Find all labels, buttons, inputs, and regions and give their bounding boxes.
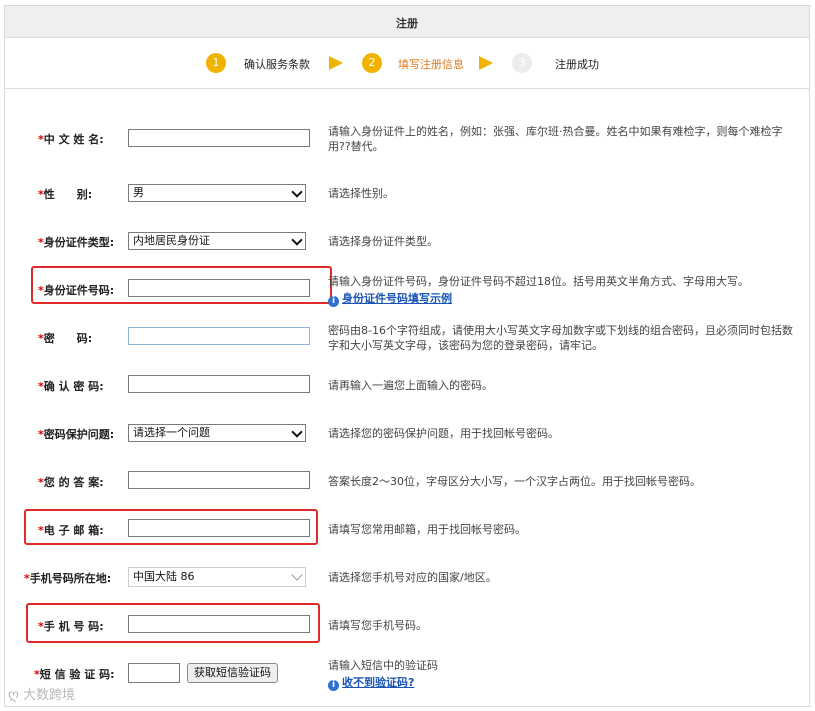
step-3-label: 注册成功 xyxy=(555,58,599,71)
chevron-down-icon xyxy=(291,569,303,581)
sms-code-hint: 请输入短信中的验证码 xyxy=(328,659,438,672)
id-number-hint: 请输入身份证件号码，身份证件号码不超过18位。括号用英文半角方式、字母用大写。 xyxy=(328,275,749,288)
chinese-name-label: *中 文 姓 名: xyxy=(38,133,104,146)
title-bar: 注册 xyxy=(5,6,809,38)
step-1-circle: 1 xyxy=(206,53,226,73)
security-question-select[interactable]: 请选择一个问题 xyxy=(128,424,306,442)
password-label: *密 码: xyxy=(38,332,93,345)
steps-divider xyxy=(5,88,809,89)
sms-code-input[interactable] xyxy=(128,663,180,683)
password-input[interactable] xyxy=(128,327,310,345)
email-hint: 请填写您常用邮箱，用于找回帐号密码。 xyxy=(328,523,526,536)
chevron-down-icon xyxy=(291,234,303,246)
id-number-input[interactable] xyxy=(128,279,310,297)
phone-region-hint: 请选择您手机号对应的国家/地区。 xyxy=(328,571,497,584)
step-2-label: 填写注册信息 xyxy=(398,58,464,71)
phone-region-select[interactable]: 中国大陆 86 xyxy=(128,567,306,587)
watermark-logo-icon: ღ xyxy=(8,687,20,703)
email-label: *电 子 邮 箱: xyxy=(38,524,104,537)
step-1-label: 确认服务条款 xyxy=(244,58,310,71)
watermark: ღ 大数跨境 xyxy=(8,687,76,703)
chinese-name-hint: 请输入身份证件上的姓名，例如：张强、库尔班·热合曼。姓名中如果有难检字，则每个难… xyxy=(328,125,783,153)
id-number-label: *身份证件号码: xyxy=(38,284,115,297)
page-frame xyxy=(4,5,810,707)
id-type-label: *身份证件类型: xyxy=(38,236,115,249)
confirm-password-label: *确 认 密 码: xyxy=(38,380,104,393)
step-3-circle: 3 xyxy=(512,53,532,73)
gender-hint: 请选择性别。 xyxy=(328,187,394,200)
confirm-password-hint: 请再输入一遍您上面输入的密码。 xyxy=(328,379,493,392)
security-question-hint: 请选择您的密码保护问题，用于找回帐号密码。 xyxy=(328,427,559,440)
phone-input[interactable] xyxy=(128,615,310,633)
no-code-received-link[interactable]: i 收不到验证码? xyxy=(328,674,414,691)
gender-select[interactable]: 男 xyxy=(128,184,306,202)
phone-region-label: *手机号码所在地: xyxy=(24,572,112,585)
step-arrow-2-icon xyxy=(479,56,493,70)
chevron-down-icon xyxy=(291,426,303,438)
phone-label: *手 机 号 码: xyxy=(38,620,104,633)
id-type-hint: 请选择身份证件类型。 xyxy=(328,235,438,248)
page-title: 注册 xyxy=(396,17,418,30)
chinese-name-input[interactable] xyxy=(128,129,310,147)
chevron-down-icon xyxy=(291,186,303,198)
security-question-label: *密码保护问题: xyxy=(38,428,115,441)
sms-code-label: *短 信 验 证 码: xyxy=(34,668,115,681)
phone-hint: 请填写您手机号码。 xyxy=(328,619,427,632)
info-icon: i xyxy=(328,296,339,307)
gender-label: *性 别: xyxy=(38,188,93,201)
step-2-circle: 2 xyxy=(362,53,382,73)
id-type-select[interactable]: 内地居民身份证 xyxy=(128,232,306,250)
password-hint: 密码由8-16个字符组成，请使用大小写英文字母加数字或下划线的组合密码，且必须同… xyxy=(328,324,793,352)
id-number-example-link[interactable]: i 身份证件号码填写示例 xyxy=(328,290,452,307)
confirm-password-input[interactable] xyxy=(128,375,310,393)
email-input[interactable] xyxy=(128,519,310,537)
answer-input[interactable] xyxy=(128,471,310,489)
get-sms-code-button[interactable]: 获取短信验证码 xyxy=(187,663,278,683)
answer-hint: 答案长度2～30位，字母区分大小写，一个汉字占两位。用于找回帐号密码。 xyxy=(328,475,701,488)
answer-label: *您 的 答 案: xyxy=(38,476,104,489)
step-arrow-1-icon xyxy=(329,56,343,70)
info-icon: i xyxy=(328,680,339,691)
